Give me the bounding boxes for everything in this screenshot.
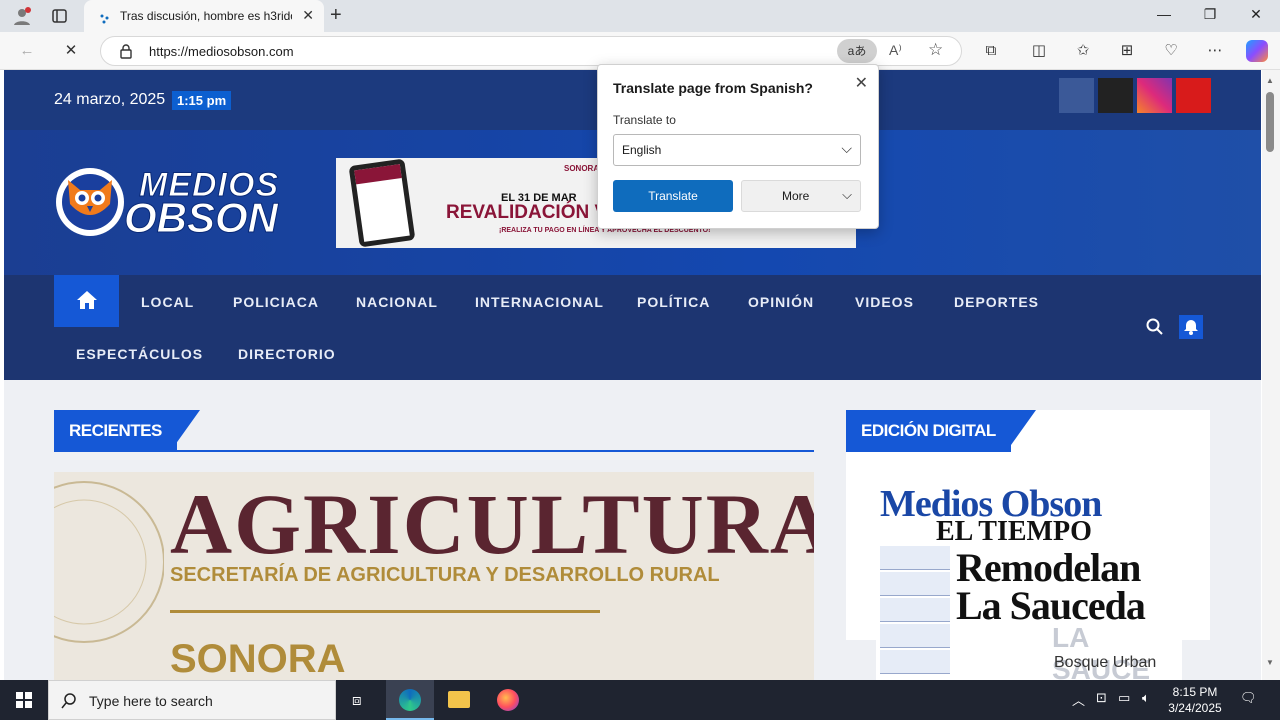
nav-policiaca[interactable]: POLICIACA <box>233 294 319 310</box>
clock-date: 3/24/2025 <box>1168 701 1222 715</box>
windows-taskbar: Type here to search ⧈ ︿ ⊡ ▭ 🔈︎ 8:15 PM 3… <box>0 680 1280 720</box>
split-screen-icon[interactable]: ◫ <box>1028 40 1050 62</box>
edge-taskbar-icon[interactable] <box>386 680 434 720</box>
url-text[interactable]: https://mediosobson.com <box>149 44 294 59</box>
notifications-icon[interactable]: 🗨︎ <box>1240 690 1257 706</box>
settings-more-icon[interactable]: ⋯ <box>1204 40 1226 62</box>
translate-to-label: Translate to <box>613 113 676 127</box>
active-tab[interactable]: Tras discusión, hombre es h3rido ✕ <box>84 0 324 32</box>
volume-icon[interactable]: 🔈︎ <box>1142 690 1150 706</box>
lock-icon[interactable] <box>119 43 133 64</box>
home-icon <box>77 291 97 309</box>
nav-directorio[interactable]: DIRECTORIO <box>238 346 336 362</box>
language-select[interactable]: English ⌵ <box>613 134 861 166</box>
search-placeholder: Type here to search <box>89 693 213 709</box>
instagram-icon[interactable] <box>1137 78 1172 113</box>
nav-nacional[interactable]: NACIONAL <box>356 294 438 310</box>
file-explorer-icon[interactable] <box>435 680 483 720</box>
loading-icon <box>100 11 110 24</box>
taskbar-search-box[interactable]: Type here to search <box>48 680 336 720</box>
close-window-button[interactable]: ✕ <box>1236 6 1276 23</box>
current-date: 24 marzo, 2025 <box>54 91 166 108</box>
hero-headline: AGRICULTURA <box>170 476 814 572</box>
tray-device-icon[interactable]: ⊡ <box>1096 690 1107 706</box>
close-popup-icon[interactable]: ✕ <box>855 73 868 93</box>
digital-label: EDICIÓN DIGITAL <box>846 410 1011 452</box>
favorite-star-icon[interactable]: ☆ <box>928 40 943 60</box>
back-icon[interactable]: ← <box>16 40 38 62</box>
translate-title: Translate page from Spanish? <box>613 80 813 96</box>
task-view-icon[interactable]: ⧈ <box>336 680 384 720</box>
taskbar-clock[interactable]: 8:15 PM 3/24/2025 <box>1160 684 1230 716</box>
language-value: English <box>622 143 662 157</box>
vertical-scrollbar[interactable]: ▲ ▼ <box>1262 70 1280 680</box>
chevron-down-icon: ⌵ <box>841 140 852 156</box>
tab-actions-icon[interactable] <box>52 8 68 24</box>
nav-espectaculos[interactable]: ESPECTÁCULOS <box>76 346 203 362</box>
paper-tagline: Bosque Urban <box>1054 654 1157 671</box>
tray-chevron-icon[interactable]: ︿ <box>1072 690 1085 709</box>
new-tab-button[interactable]: + <box>330 4 342 27</box>
address-bar[interactable]: https://mediosobson.com aあ A⁾ ☆ <box>100 36 962 66</box>
recent-label: RECIENTES <box>54 410 177 452</box>
featured-article-image[interactable]: AGRICULTURA SECRETARÍA DE AGRICULTURA Y … <box>54 472 814 680</box>
recent-section-header: RECIENTES <box>54 410 814 452</box>
youtube-icon[interactable] <box>1176 78 1211 113</box>
main-nav: LOCAL POLICIACA NACIONAL INTERNACIONAL P… <box>4 275 1261 380</box>
minimize-button[interactable]: — <box>1144 6 1184 22</box>
logo-text-obson: OBSON <box>123 194 279 242</box>
firefox-icon[interactable] <box>484 680 532 720</box>
restore-button[interactable]: ❐ <box>1190 6 1230 23</box>
hero-state: SONORA <box>170 637 346 680</box>
nav-local[interactable]: LOCAL <box>141 294 194 310</box>
translate-icon[interactable]: aあ <box>837 39 877 63</box>
more-button[interactable]: More ⌵ <box>741 180 861 212</box>
x-twitter-icon[interactable] <box>1098 78 1133 113</box>
nav-deportes[interactable]: DEPORTES <box>954 294 1039 310</box>
translate-button[interactable]: Translate <box>613 180 733 212</box>
browser-tab-strip: Tras discusión, hombre es h3rido ✕ + — ❐… <box>0 0 1280 32</box>
nav-videos[interactable]: VIDEOS <box>855 294 914 310</box>
chevron-down-icon: ⌵ <box>842 187 852 202</box>
mexico-seal-graphic <box>54 481 164 643</box>
nav-politica[interactable]: POLÍTICA <box>637 294 710 310</box>
browser-essentials-icon[interactable]: ♡ <box>1160 40 1182 62</box>
newspaper-cover[interactable]: Medios Obson EL TIEMPO Remodelan La Sauc… <box>876 472 1182 680</box>
network-icon[interactable]: ▭ <box>1118 690 1130 706</box>
profile-icon[interactable] <box>12 6 32 26</box>
collections-icon[interactable]: ⊞ <box>1116 40 1138 62</box>
read-aloud-icon[interactable]: A⁾ <box>889 42 902 59</box>
close-tab-icon[interactable]: ✕ <box>302 7 314 24</box>
nav-internacional[interactable]: INTERNACIONAL <box>475 294 604 310</box>
extensions-icon[interactable]: ⧉ <box>980 40 1002 62</box>
nav-opinion[interactable]: OPINIÓN <box>748 294 814 310</box>
hero-subheadline: SECRETARÍA DE AGRICULTURA Y DESARROLLO R… <box>170 564 720 586</box>
scrollbar-thumb[interactable] <box>1266 92 1274 152</box>
translate-popup: Translate page from Spanish? ✕ Translate… <box>597 64 879 229</box>
tablet-illustration <box>348 158 416 248</box>
facebook-icon[interactable] <box>1059 78 1094 113</box>
copilot-icon[interactable] <box>1246 40 1268 62</box>
current-time-badge: 1:15 pm <box>172 91 232 110</box>
home-button[interactable] <box>54 275 119 327</box>
banner-headline: REVALIDACIÓN V <box>446 202 608 223</box>
windows-start-icon[interactable] <box>16 692 32 708</box>
tab-title: Tras discusión, hombre es h3rido <box>120 9 292 23</box>
owl-logo-icon <box>56 168 124 236</box>
search-icon <box>61 693 76 709</box>
more-label: More <box>782 189 810 203</box>
search-icon[interactable] <box>1146 318 1164 336</box>
stop-loading-icon[interactable]: ✕ <box>60 40 82 62</box>
notification-bell-icon[interactable] <box>1179 315 1203 339</box>
clock-time: 8:15 PM <box>1172 685 1218 699</box>
favorites-icon[interactable]: ✩ <box>1072 40 1094 62</box>
banner-sonora: SONORA <box>564 164 600 173</box>
